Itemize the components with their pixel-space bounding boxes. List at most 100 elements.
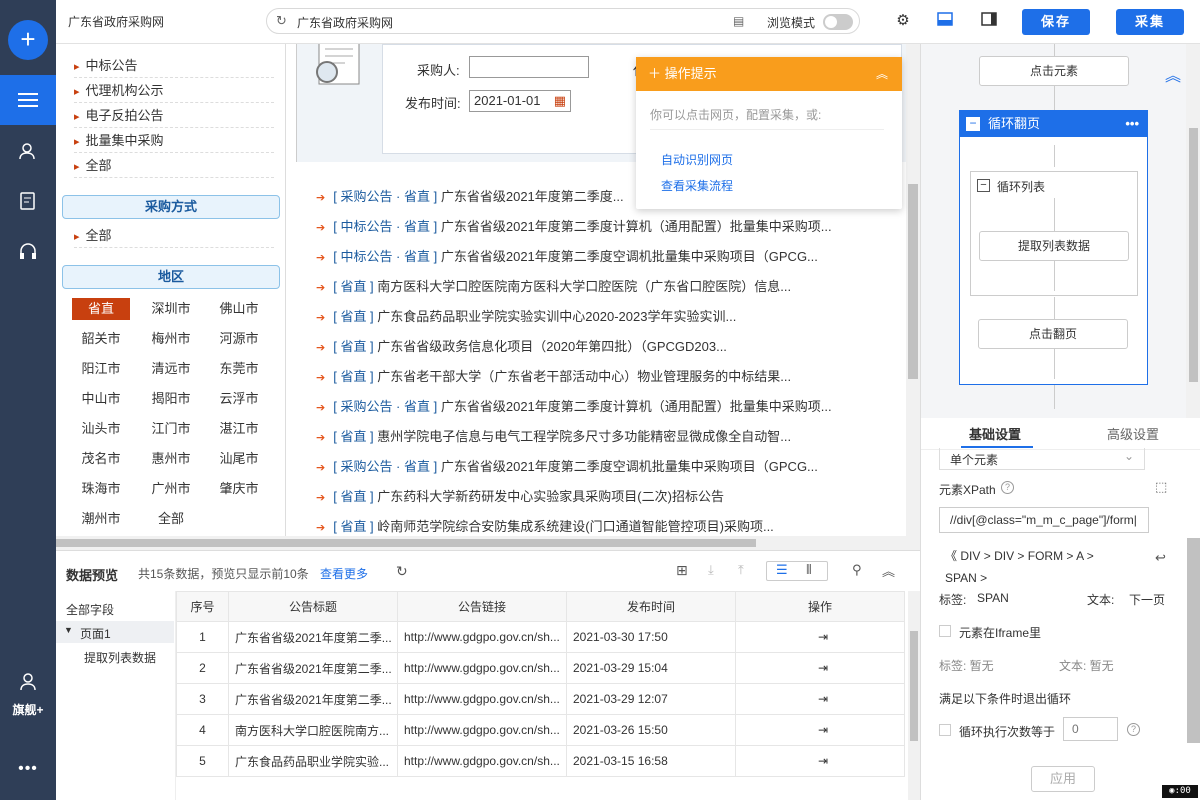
city-link[interactable]: 汕尾市 bbox=[210, 448, 268, 470]
notice-row[interactable]: ➔ [ 中标公告 · 省直 ] 广东省省级2021年度第二季度计算机（通用配置）批… bbox=[316, 212, 876, 242]
loop-count-checkbox[interactable] bbox=[939, 724, 951, 736]
page-doc-icon[interactable]: ▤ bbox=[733, 14, 744, 28]
city-link[interactable]: 江门市 bbox=[142, 418, 200, 440]
city-link[interactable]: 广州市 bbox=[142, 478, 200, 500]
save-button[interactable]: 保存 bbox=[1022, 9, 1090, 35]
flow-canvas[interactable]: 点击元素 − 循环翻页 ••• − 循环列表 提取列表数据 点击翻页 ︽ bbox=[921, 44, 1186, 418]
table-row[interactable]: 2 广东省省级2021年度第二季... http://www.gdgpo.gov.c… bbox=[176, 652, 905, 684]
crumb[interactable]: SPAN bbox=[945, 571, 977, 585]
flow-extract-list[interactable]: 提取列表数据 bbox=[979, 231, 1129, 261]
users-icon[interactable] bbox=[0, 126, 56, 176]
new-task-plus-icon[interactable]: + bbox=[8, 20, 48, 60]
more-dots-icon[interactable]: ••• bbox=[0, 760, 56, 778]
loop-count-input[interactable] bbox=[1063, 717, 1118, 741]
download-icon[interactable]: ⤓ bbox=[708, 562, 714, 578]
city-link[interactable]: 潮州市 bbox=[72, 508, 130, 530]
filter-icon[interactable]: ⚲ bbox=[852, 562, 862, 578]
notice-row[interactable]: ➔ [ 采购公告 · 省直 ] 广东省省级2021年度第二季度计算机（通用配置）批… bbox=[316, 392, 876, 422]
city-link[interactable]: 佛山市 bbox=[210, 298, 268, 320]
tree-root[interactable]: 全部字段 bbox=[66, 601, 114, 618]
collapse-icon[interactable]: ︽ bbox=[876, 57, 888, 91]
task-doc-icon[interactable] bbox=[0, 176, 56, 226]
row-action-icon[interactable]: ⇥ bbox=[735, 652, 905, 684]
tree-leaf[interactable]: 提取列表数据 bbox=[84, 649, 156, 666]
nav-link[interactable]: ▸ 代理机构公示 bbox=[74, 79, 274, 103]
select-element-icon[interactable]: ⬚ bbox=[1155, 479, 1167, 495]
notice-row[interactable]: ➔ [ 省直 ] 广东食品药品职业学院实验实训中心2020-2023学年实验实训.… bbox=[316, 302, 876, 332]
iframe-checkbox[interactable] bbox=[939, 625, 951, 637]
city-link[interactable]: 河源市 bbox=[210, 328, 268, 350]
tab-advanced-settings[interactable]: 高级设置 bbox=[1107, 424, 1159, 443]
city-link[interactable]: 湛江市 bbox=[210, 418, 268, 440]
nav-link[interactable]: ▸ 全部 bbox=[74, 154, 274, 178]
notice-row[interactable]: ➔ [ 省直 ] 广东药科大学新药研发中心实验家具采购项目(二次)招标公告 bbox=[316, 482, 876, 512]
table-row[interactable]: 4 南方医科大学口腔医院南方... http://www.gdgpo.gov.cn/… bbox=[176, 714, 905, 746]
nav-link[interactable]: ▸ 批量集中采购 bbox=[74, 129, 274, 153]
row-action-icon[interactable]: ⇥ bbox=[735, 683, 905, 715]
date-input[interactable]: 2021-01-01 ▦ bbox=[469, 90, 571, 112]
notice-row[interactable]: ➔ [ 省直 ] 广东省老干部大学（广东省老干部活动中心）物业管理服务的中标结果.… bbox=[316, 362, 876, 392]
table-row[interactable]: 5 广东食品药品职业学院实验... http://www.gdgpo.gov.cn/… bbox=[176, 745, 905, 777]
notice-row[interactable]: ➔ [ 省直 ] 惠州学院电子信息与电气工程学院多尺寸多功能精密显微成像全自动智.… bbox=[316, 422, 876, 452]
flow-click-element[interactable]: 点击元素 bbox=[979, 56, 1129, 86]
tree-page-row[interactable]: ▼ 页面1 bbox=[56, 621, 174, 643]
gear-icon[interactable]: ⚙ bbox=[894, 12, 912, 30]
loop-page-header[interactable]: − 循环翻页 ••• bbox=[960, 111, 1147, 137]
flow-scrollbar[interactable] bbox=[1186, 44, 1200, 418]
city-link[interactable]: 珠海市 bbox=[72, 478, 130, 500]
help-icon[interactable]: ? bbox=[1127, 723, 1140, 736]
city-link[interactable]: 韶关市 bbox=[72, 328, 130, 350]
row-action-icon[interactable]: ⇥ bbox=[735, 714, 905, 746]
apply-button[interactable]: 应用 bbox=[1031, 766, 1095, 792]
city-link[interactable]: 揭阳市 bbox=[142, 388, 200, 410]
layout-bottom-icon[interactable] bbox=[936, 12, 954, 30]
address-text[interactable]: 广东省政府采购网 bbox=[297, 14, 393, 31]
loop-page-block[interactable]: − 循环翻页 ••• − 循环列表 提取列表数据 点击翻页 bbox=[959, 110, 1148, 385]
city-link[interactable]: 清远市 bbox=[142, 358, 200, 380]
city-link[interactable]: 茂名市 bbox=[72, 448, 130, 470]
notice-row[interactable]: ➔ [ 中标公告 · 省直 ] 广东省省级2021年度第二季度空调机批量集中采购项… bbox=[316, 242, 876, 272]
column-view-icon[interactable]: ⦀ bbox=[806, 562, 812, 578]
city-link[interactable]: 全部 bbox=[142, 508, 200, 530]
help-icon[interactable]: ? bbox=[1001, 481, 1014, 494]
notice-row[interactable]: ➔ [ 采购公告 · 省直 ] 广东省省级2021年度第二季度空调机批量集中采购项… bbox=[316, 452, 876, 482]
buyer-input[interactable] bbox=[469, 56, 589, 78]
nav-link[interactable]: ▸ 电子反拍公告 bbox=[74, 104, 274, 128]
xpath-input[interactable]: //div[@class="m_m_c_page"]/form| bbox=[939, 507, 1149, 533]
browse-mode-toggle[interactable] bbox=[823, 14, 853, 30]
tab-basic-settings[interactable]: 基础设置 bbox=[969, 424, 1021, 443]
flagship-label[interactable]: 旗舰+ bbox=[0, 701, 56, 718]
row-action-icon[interactable]: ⇥ bbox=[735, 621, 905, 653]
add-field-icon[interactable]: ⊞ bbox=[676, 562, 688, 579]
list-view-icon[interactable]: ☰ bbox=[776, 562, 788, 578]
nav-link[interactable]: ▸ 全部 bbox=[74, 224, 274, 248]
city-link[interactable]: 汕头市 bbox=[72, 418, 130, 440]
city-link[interactable]: 中山市 bbox=[72, 388, 130, 410]
city-link[interactable]: 肇庆市 bbox=[210, 478, 268, 500]
refresh-icon[interactable]: ↻ bbox=[396, 563, 408, 580]
table-vertical-scrollbar[interactable] bbox=[908, 591, 920, 800]
headset-icon[interactable] bbox=[0, 226, 56, 276]
nav-link[interactable]: ▸ 中标公告 bbox=[74, 54, 274, 78]
crumb[interactable]: FORM bbox=[1028, 549, 1063, 563]
crumb[interactable]: A bbox=[1076, 549, 1083, 563]
element-type-select[interactable]: 单个元素 ⌄ bbox=[939, 448, 1145, 470]
notice-row[interactable]: ➔ [ 省直 ] 南方医科大学口腔医院南方医科大学口腔医院（广东省口腔医院）信息.… bbox=[316, 272, 876, 302]
layout-right-icon[interactable] bbox=[980, 12, 998, 30]
upload-icon[interactable]: ⤒ bbox=[738, 562, 744, 578]
account-icon[interactable] bbox=[0, 668, 56, 696]
web-horizontal-scrollbar[interactable] bbox=[56, 536, 906, 550]
city-link[interactable]: 梅州市 bbox=[142, 328, 200, 350]
city-link[interactable]: 云浮市 bbox=[210, 388, 268, 410]
city-link[interactable]: 省直 bbox=[72, 298, 130, 320]
city-link[interactable]: 阳江市 bbox=[72, 358, 130, 380]
view-flow-link[interactable]: 查看采集流程 bbox=[661, 177, 733, 194]
city-link[interactable]: 东莞市 bbox=[210, 358, 268, 380]
city-link[interactable]: 惠州市 bbox=[142, 448, 200, 470]
collapse-up-icon[interactable]: ︽ bbox=[882, 561, 895, 580]
crumb[interactable]: DIV bbox=[994, 549, 1014, 563]
reload-icon[interactable]: ↻ bbox=[276, 13, 287, 29]
undo-icon[interactable]: ↩ bbox=[1155, 550, 1166, 566]
web-vertical-scrollbar[interactable] bbox=[906, 44, 920, 550]
table-row[interactable]: 1 广东省省级2021年度第二季... http://www.gdgpo.gov.c… bbox=[176, 621, 905, 653]
